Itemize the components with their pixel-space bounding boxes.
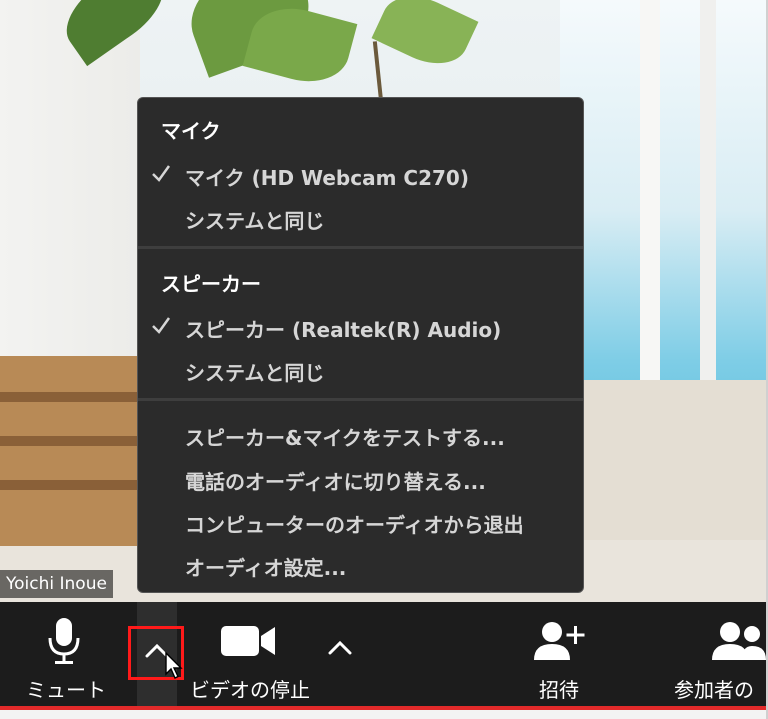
chevron-up-icon: [328, 640, 352, 655]
participants-button[interactable]: 参加者の: [666, 602, 766, 706]
menu-item-test-speaker-mic[interactable]: スピーカー&マイクをテストする...: [138, 414, 583, 456]
mouse-pointer-icon: [165, 652, 183, 679]
add-user-icon: [534, 622, 585, 660]
invite-button[interactable]: 招待: [514, 602, 604, 706]
video-camera-icon: [221, 626, 275, 656]
mute-label: ミュート: [26, 678, 106, 702]
mute-button[interactable]: ミュート: [14, 602, 118, 706]
menu-item-label: オーディオ設定...: [185, 556, 347, 580]
microphone-section-heading: マイク: [161, 119, 221, 143]
menu-item-label: コンピューターのオーディオから退出: [185, 513, 524, 537]
menu-divider: [138, 398, 583, 401]
video-options-caret-button[interactable]: [325, 630, 355, 666]
speaker-section-heading: スピーカー: [161, 272, 261, 296]
crate-slat: [0, 480, 140, 490]
menu-item-mic-system-default[interactable]: システムと同じ: [138, 197, 583, 239]
menu-item-label: システムと同じ: [185, 361, 325, 385]
participant-name-tag: Yoichi Inoue: [0, 570, 113, 598]
scene-window-frame: [700, 0, 716, 380]
checkmark-icon: [152, 317, 171, 334]
invite-label: 招待: [539, 678, 579, 702]
menu-item-speaker-device[interactable]: スピーカー (Realtek(R) Audio): [138, 306, 583, 348]
window-bottom-edge: [0, 710, 768, 719]
menu-item-audio-settings[interactable]: オーディオ設定...: [138, 544, 583, 586]
wooden-crate: [0, 356, 140, 546]
menu-item-switch-to-phone-audio[interactable]: 電話のオーディオに切り替える...: [138, 458, 583, 500]
crate-slat: [0, 436, 140, 446]
microphone-icon: [48, 618, 80, 664]
checkmark-icon: [152, 165, 171, 182]
participants-label: 参加者の: [674, 678, 754, 702]
menu-divider: [138, 246, 583, 249]
menu-item-label: システムと同じ: [185, 209, 325, 233]
scene-window-frame: [640, 0, 660, 380]
crate-slat: [0, 392, 140, 402]
stop-video-button[interactable]: ビデオの停止: [175, 602, 325, 706]
plant-leaf: [371, 0, 479, 77]
menu-item-label: 電話のオーディオに切り替える...: [185, 470, 486, 494]
menu-item-speaker-system-default[interactable]: システムと同じ: [138, 349, 583, 391]
audio-options-menu: マイク マイク (HD Webcam C270) システムと同じ スピーカー ス…: [137, 97, 584, 593]
menu-item-label: マイク (HD Webcam C270): [185, 166, 469, 190]
meeting-toolbar: ミュート ビデオの停止 招待 参加者の: [0, 602, 766, 706]
stop-video-label: ビデオの停止: [190, 678, 310, 702]
menu-item-leave-computer-audio[interactable]: コンピューターのオーディオから退出: [138, 501, 583, 543]
menu-item-label: スピーカー (Realtek(R) Audio): [185, 318, 502, 342]
participants-icon: [712, 622, 766, 660]
menu-item-mic-device[interactable]: マイク (HD Webcam C270): [138, 154, 583, 196]
menu-item-label: スピーカー&マイクをテストする...: [185, 426, 505, 450]
